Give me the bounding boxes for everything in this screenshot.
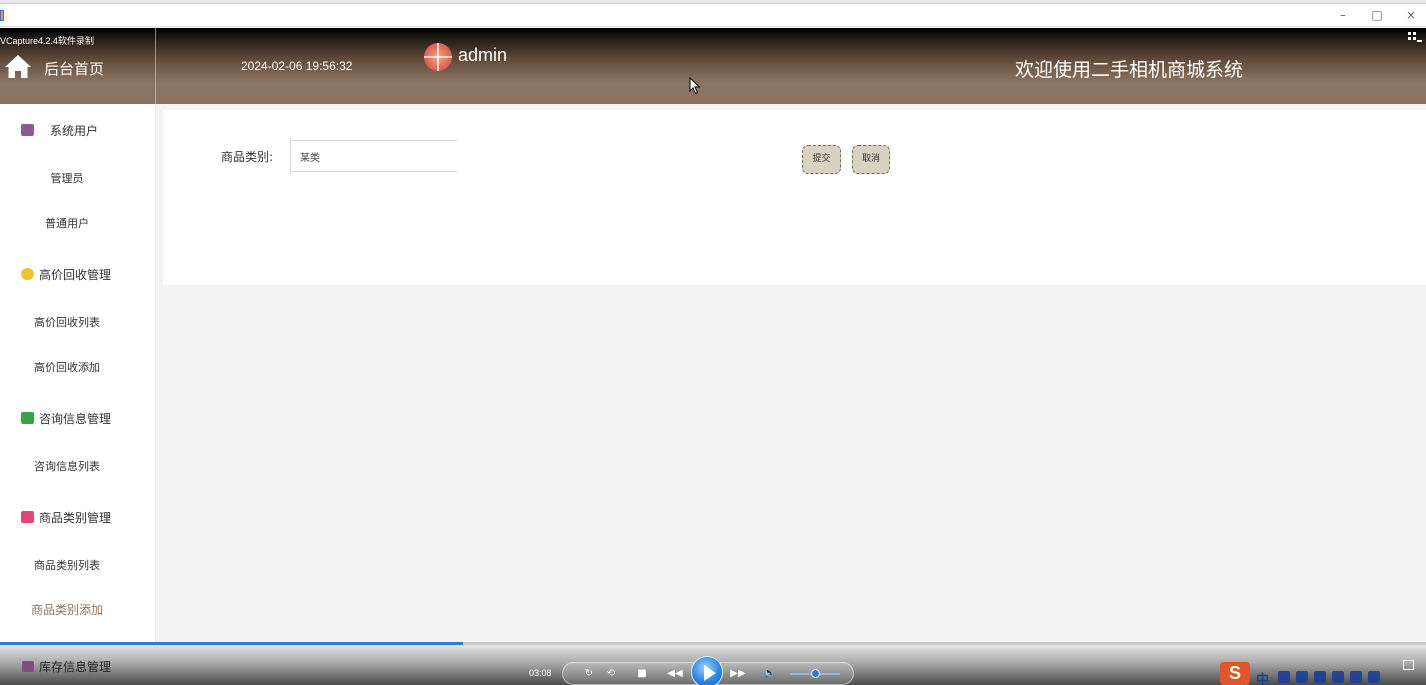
window-title-bar: – □ ×	[0, 4, 1426, 27]
username[interactable]: admin	[458, 45, 507, 66]
close-button[interactable]: ×	[1398, 5, 1424, 25]
microphone-icon[interactable]	[1296, 671, 1308, 683]
punctuation-icon[interactable]	[1278, 671, 1290, 683]
playback-time: 03:08	[529, 668, 552, 678]
hexagon-icon	[21, 268, 34, 280]
home-link[interactable]: 后台首页	[44, 58, 104, 79]
ime-mode[interactable]: 中	[1256, 669, 1269, 685]
keyboard-icon[interactable]	[1314, 671, 1326, 683]
current-datetime: 2024-02-06 19:56:32	[241, 59, 353, 73]
volume-icon[interactable]: 🔈	[763, 667, 777, 681]
cancel-button[interactable]: 取消	[852, 145, 890, 174]
avatar[interactable]	[424, 43, 452, 71]
grid-menu-icon[interactable]	[1408, 32, 1422, 44]
sidebar-group-inventory[interactable]: 库存信息管理	[0, 648, 156, 685]
stop-icon[interactable]: ■	[635, 667, 649, 681]
sidebar-item-recycle-list[interactable]: 高价回收列表	[0, 314, 134, 330]
sidebar-group-label: 系统用户	[50, 123, 99, 138]
ime-logo-icon[interactable]: S	[1220, 662, 1250, 685]
welcome-title: 欢迎使用二手相机商城系统	[1015, 59, 1244, 81]
mouse-cursor-icon	[689, 77, 701, 95]
minimize-button[interactable]: –	[1330, 5, 1356, 25]
sidebar-item-category-add[interactable]: 商品类别添加	[0, 601, 134, 618]
tag-icon	[21, 511, 34, 523]
fast-forward-icon[interactable]: ▶▶	[728, 667, 748, 681]
apps-icon[interactable]	[1368, 671, 1380, 683]
sidebar-group-consult[interactable]: 咨询信息管理	[0, 406, 156, 430]
sidebar: 系统用户 管理员 普通用户 高价回收管理 高价回收列表 高价回收添加 咨询信息管…	[0, 104, 156, 644]
toolbox-icon[interactable]	[1350, 671, 1362, 683]
fullscreen-icon[interactable]	[1403, 660, 1414, 670]
sidebar-group-category[interactable]: 商品类别管理	[0, 505, 156, 529]
play-button[interactable]	[691, 656, 723, 685]
maximize-button[interactable]: □	[1364, 5, 1390, 25]
user-group-icon	[22, 661, 34, 672]
sidebar-item-category-list[interactable]: 商品类别列表	[0, 557, 134, 573]
rewind-icon[interactable]: ◀◀	[665, 667, 685, 681]
system-tray-icons	[1278, 671, 1426, 685]
skin-icon[interactable]	[1332, 671, 1344, 683]
chat-bubble-icon	[21, 412, 34, 424]
screen: – □ × VCapture4.2.4软件录制 后台首页 2024-02-06 …	[0, 0, 1426, 685]
loop-icon[interactable]: ↻	[582, 667, 596, 681]
sidebar-group-system-users[interactable]: 系统用户	[0, 118, 156, 142]
sidebar-group-recycle[interactable]: 高价回收管理	[0, 262, 156, 286]
sidebar-group-label: 高价回收管理	[39, 267, 112, 282]
category-input[interactable]	[290, 140, 457, 172]
sidebar-group-label: 商品类别管理	[39, 510, 112, 525]
recorder-watermark: VCapture4.2.4软件录制	[0, 36, 95, 46]
app-icon	[0, 10, 4, 21]
sidebar-item-normal-users[interactable]: 普通用户	[0, 215, 134, 231]
submit-button[interactable]: 提交	[802, 145, 841, 174]
home-icon[interactable]	[4, 52, 32, 80]
form-panel	[163, 110, 1426, 285]
sidebar-item-consult-list[interactable]: 咨询信息列表	[0, 458, 134, 474]
category-label: 商品类别:	[221, 150, 274, 164]
user-group-icon	[21, 124, 34, 136]
volume-knob[interactable]	[811, 669, 820, 678]
sidebar-item-recycle-add[interactable]: 高价回收添加	[0, 359, 134, 375]
app-header: VCapture4.2.4软件录制 后台首页 2024-02-06 19:56:…	[0, 28, 1426, 104]
sidebar-item-admins[interactable]: 管理员	[0, 170, 134, 186]
sidebar-group-label: 库存信息管理	[39, 660, 112, 674]
sidebar-group-label: 咨询信息管理	[39, 411, 112, 426]
header-divider	[155, 28, 156, 104]
refresh-icon[interactable]: ⟲	[604, 667, 618, 681]
